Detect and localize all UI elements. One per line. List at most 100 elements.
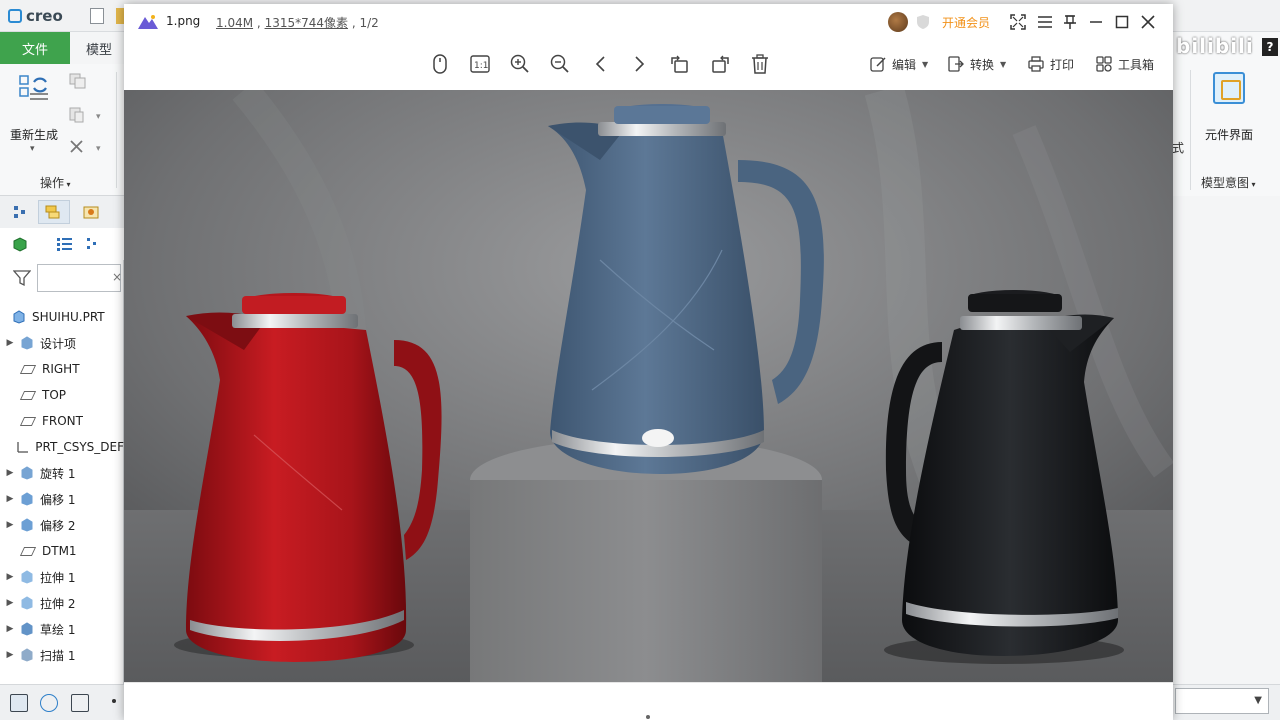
edit-menu[interactable]: 编辑 ▼ xyxy=(870,54,928,74)
meta-separator: , xyxy=(256,16,261,30)
component-interface-button[interactable]: 元件界面 xyxy=(1205,126,1253,143)
file-meta: 1.04M , 1315*744像素 , 1/2 xyxy=(216,14,379,31)
tree-item[interactable]: ▶ 旋转 1 xyxy=(0,460,124,486)
clear-filter-icon[interactable]: × xyxy=(112,270,122,284)
maximize-icon[interactable] xyxy=(1112,12,1132,32)
user-avatar[interactable] xyxy=(888,12,908,32)
tree-settings-icon[interactable] xyxy=(56,236,74,252)
tree-item[interactable]: ▶ 偏移 2 xyxy=(0,512,124,538)
print-label: 打印 xyxy=(1050,57,1075,72)
csys-icon xyxy=(15,440,29,454)
zoom-out-icon[interactable] xyxy=(548,52,572,76)
tree-item[interactable]: ▶ 扫描 1 xyxy=(0,642,124,668)
expand-arrow-icon[interactable]: ▶ xyxy=(0,598,20,608)
file-size[interactable]: 1.04M xyxy=(216,16,253,30)
toolbox-icon xyxy=(1096,56,1112,72)
model-tree-icon[interactable] xyxy=(12,204,28,220)
tab-model[interactable]: 模型 xyxy=(86,32,112,64)
open-folder-icon[interactable] xyxy=(116,8,124,24)
tree-item[interactable]: ▶ 拉伸 2 xyxy=(0,590,124,616)
trash-icon[interactable] xyxy=(748,52,772,76)
sketch-icon xyxy=(20,622,34,636)
model-intent-group-label[interactable]: 模型意图 ▾ xyxy=(1201,174,1256,191)
minimize-icon[interactable] xyxy=(1086,12,1106,32)
rotate-right-icon[interactable] xyxy=(708,52,732,76)
convert-icon xyxy=(948,56,964,72)
print-icon xyxy=(1028,56,1044,72)
mouse-mode-icon[interactable] xyxy=(428,52,452,76)
rotate-left-icon[interactable] xyxy=(668,52,692,76)
tree-root-item[interactable]: SHUIHU.PRT xyxy=(0,304,124,330)
viewer-logo-icon xyxy=(138,15,158,29)
zoom-in-icon[interactable] xyxy=(508,52,532,76)
fullscreen-icon[interactable] xyxy=(1008,12,1028,32)
expand-arrow-icon[interactable]: ▶ xyxy=(0,468,20,478)
tree-item[interactable]: ▶ 草绘 1 xyxy=(0,616,124,642)
tree-item[interactable]: ▶ 偏移 1 xyxy=(0,486,124,512)
displayed-image[interactable] xyxy=(124,90,1173,682)
extrude-icon xyxy=(20,570,34,584)
svg-text:▾: ▾ xyxy=(96,144,101,154)
tree-item-label: 偏移 2 xyxy=(40,518,76,533)
offset-icon xyxy=(20,518,34,532)
tree-item[interactable]: PRT_CSYS_DEF xyxy=(0,434,124,460)
operations-group-label[interactable]: 操作 ▾ xyxy=(40,174,71,191)
tree-item[interactable]: FRONT xyxy=(0,408,124,434)
help-icon[interactable]: ? xyxy=(1262,38,1278,56)
tree-columns-icon[interactable] xyxy=(84,236,100,252)
favorites-icon[interactable] xyxy=(82,204,100,220)
datum-plane-icon xyxy=(19,546,37,556)
copy-icon[interactable] xyxy=(68,72,88,90)
expand-arrow-icon[interactable]: ▶ xyxy=(0,650,20,660)
tree-item[interactable]: DTM1 xyxy=(0,538,124,564)
regenerate-button[interactable]: 重新生成 xyxy=(10,126,58,143)
print-button[interactable]: 打印 xyxy=(1028,54,1074,74)
tree-item-label: 拉伸 2 xyxy=(40,596,76,611)
design-items-icon xyxy=(20,336,34,350)
show-icon[interactable] xyxy=(12,236,28,252)
toolbox-button[interactable]: 工具箱 xyxy=(1096,54,1154,74)
tab-file[interactable]: 文件 xyxy=(0,32,70,64)
chevron-down-icon: ▼ xyxy=(1254,695,1262,706)
svg-text:▾: ▾ xyxy=(96,112,101,122)
tree-filter-input[interactable] xyxy=(37,264,121,292)
status-fullscreen-icon[interactable] xyxy=(71,694,89,712)
status-tree-icon[interactable] xyxy=(10,694,28,712)
delete-icon[interactable]: ▾ xyxy=(68,138,108,156)
filter-icon[interactable] xyxy=(13,269,31,287)
creo-logo-icon xyxy=(8,9,22,23)
tree-toolbar xyxy=(0,196,124,228)
toolbox-label: 工具箱 xyxy=(1118,57,1155,72)
expand-arrow-icon[interactable]: ▶ xyxy=(0,520,20,530)
tree-item[interactable]: TOP xyxy=(0,382,124,408)
component-interface-icon[interactable] xyxy=(1213,72,1245,104)
new-file-icon[interactable] xyxy=(90,8,104,24)
regenerate-icon[interactable] xyxy=(18,72,50,104)
expand-arrow-icon[interactable]: ▶ xyxy=(0,338,20,348)
status-browser-icon[interactable] xyxy=(40,694,58,712)
convert-menu[interactable]: 转换 ▼ xyxy=(948,54,1006,74)
status-dot-icon xyxy=(112,699,116,703)
tree-item[interactable]: ▶ 设计项 xyxy=(0,330,124,356)
next-icon[interactable] xyxy=(628,52,652,76)
vip-shield-icon xyxy=(916,14,930,30)
extrude-icon xyxy=(20,596,34,610)
menu-icon[interactable] xyxy=(1035,12,1055,32)
tree-root-label: SHUIHU.PRT xyxy=(32,310,105,324)
close-icon[interactable] xyxy=(1138,12,1158,32)
vip-link[interactable]: 开通会员 xyxy=(942,14,990,31)
actual-size-icon[interactable]: 1:1 xyxy=(468,52,492,76)
regenerate-dropdown-icon[interactable]: ▾ xyxy=(30,144,35,154)
offset-icon xyxy=(20,492,34,506)
paste-icon[interactable]: ▾ xyxy=(68,106,108,124)
pin-icon[interactable] xyxy=(1060,12,1080,32)
previous-icon[interactable] xyxy=(588,52,612,76)
selection-filter-select[interactable]: ▼ xyxy=(1175,688,1269,714)
expand-arrow-icon[interactable]: ▶ xyxy=(0,572,20,582)
tree-item[interactable]: ▶ 拉伸 1 xyxy=(0,564,124,590)
expand-arrow-icon[interactable]: ▶ xyxy=(0,494,20,504)
page-index: 1/2 xyxy=(359,16,379,30)
expand-arrow-icon[interactable]: ▶ xyxy=(0,624,20,634)
image-dimensions[interactable]: 1315*744像素 xyxy=(265,16,348,30)
tree-item[interactable]: RIGHT xyxy=(0,356,124,382)
